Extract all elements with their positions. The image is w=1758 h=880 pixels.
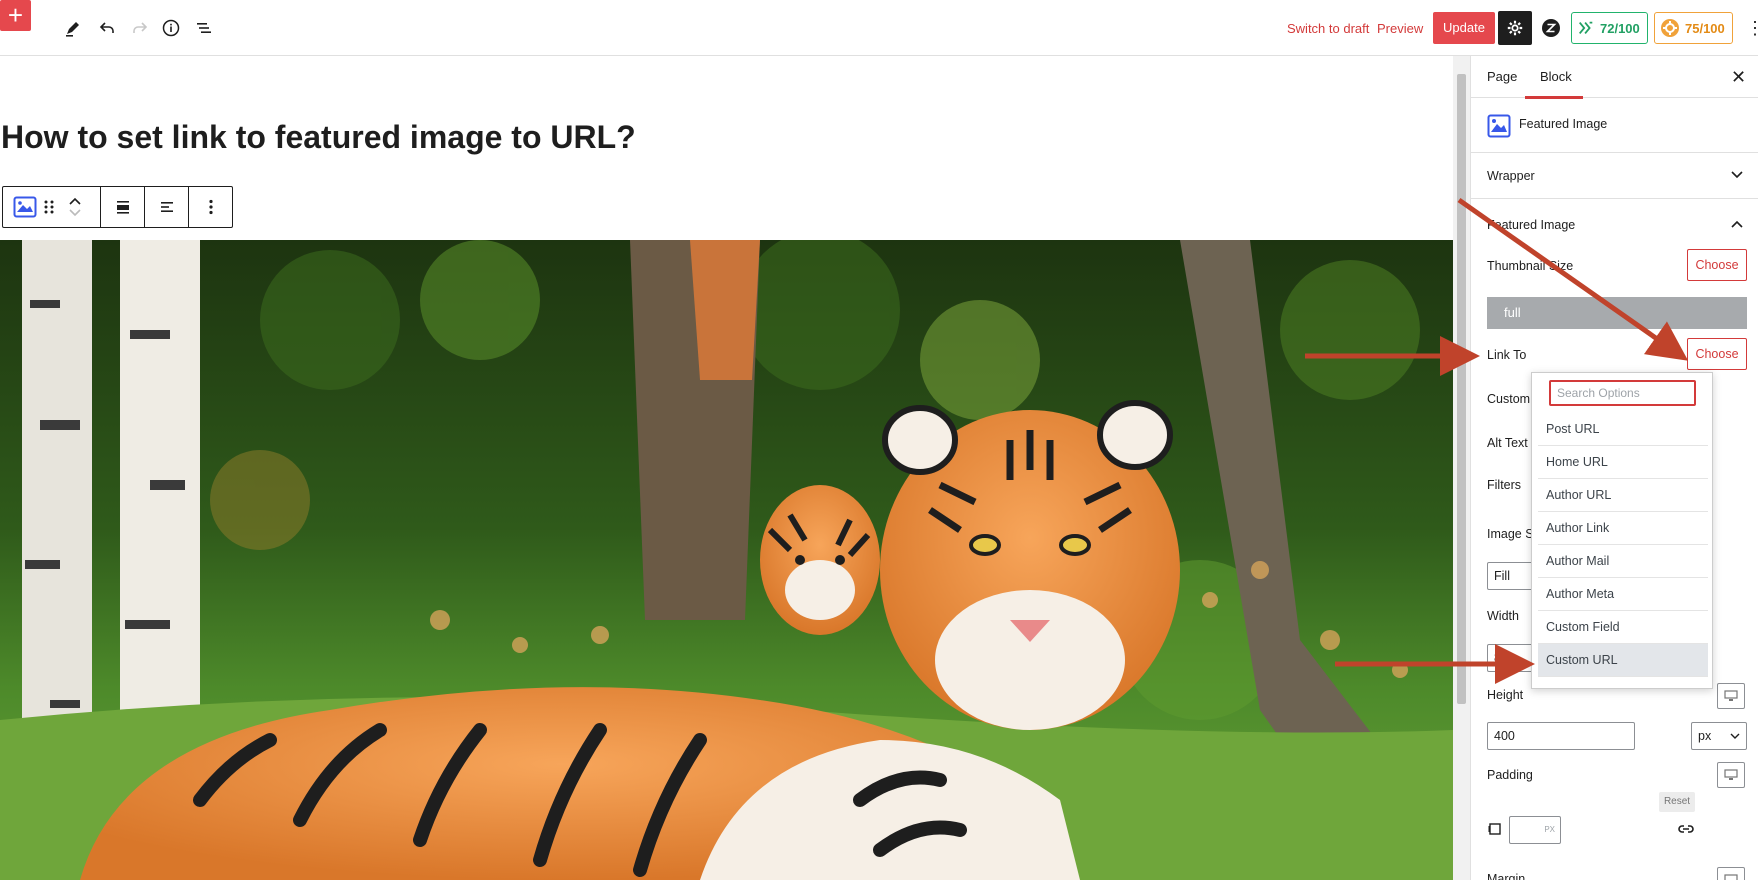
settings-button[interactable] <box>1498 11 1532 45</box>
width-label: Width <box>1487 609 1519 623</box>
panel-featured-image-header[interactable]: Featured Image <box>1471 199 1758 249</box>
margin-label: Margin <box>1487 872 1526 880</box>
list-view-button[interactable] <box>188 12 220 44</box>
block-card: Featured Image <box>1471 99 1758 153</box>
drag-handle-icon[interactable] <box>43 199 55 215</box>
filters-label: Filters <box>1487 478 1522 492</box>
featured-image-icon <box>1487 114 1511 138</box>
list-view-icon <box>197 23 211 33</box>
chevron-down-icon <box>1731 171 1743 179</box>
plus-icon: + <box>7 0 24 30</box>
readability-score-button[interactable]: 75/100 <box>1654 12 1733 44</box>
readability-score-icon <box>1661 19 1679 37</box>
block-type-group <box>3 187 101 227</box>
redo-icon <box>133 22 148 33</box>
padding-input[interactable]: PX <box>1509 816 1561 844</box>
chevron-down-icon <box>1730 733 1740 739</box>
dropdown-option-author-meta[interactable]: Author Meta <box>1538 578 1708 611</box>
thumbnail-size-choose-button[interactable]: Choose <box>1687 249 1747 281</box>
preview-link[interactable]: Preview <box>1377 21 1423 36</box>
editor-canvas: How to set link to featured image to URL… <box>0 56 1453 880</box>
block-toolbar <box>2 186 233 228</box>
update-button[interactable]: Update <box>1433 12 1495 44</box>
image-scale-label: Image S <box>1487 527 1534 541</box>
info-icon <box>162 19 180 37</box>
undo-button[interactable] <box>91 12 123 44</box>
alignment-button[interactable] <box>101 187 145 227</box>
dropdown-option-post-url[interactable]: Post URL <box>1538 413 1708 446</box>
link-to-dropdown: Search Options Post URL Home URL Author … <box>1531 372 1713 689</box>
desktop-icon <box>1724 769 1738 780</box>
chevron-up-icon <box>1731 220 1743 228</box>
dropdown-option-home-url[interactable]: Home URL <box>1538 446 1708 479</box>
move-up-down-control[interactable] <box>69 197 81 217</box>
more-vertical-icon <box>208 199 213 215</box>
thumbnail-size-label: Thumbnail Size <box>1487 259 1574 273</box>
tools-button[interactable] <box>57 12 89 44</box>
margin-device-toggle[interactable] <box>1717 867 1745 880</box>
tab-page[interactable]: Page <box>1487 69 1517 84</box>
height-input[interactable]: 400 <box>1487 722 1635 750</box>
block-options-button[interactable] <box>189 187 232 227</box>
dropdown-option-custom-field[interactable]: Custom Field <box>1538 611 1708 644</box>
sidebar-tabs: Page Block ✕ <box>1471 56 1758 99</box>
seo-score-button[interactable]: 72/100 <box>1571 12 1648 44</box>
dropdown-option-custom-url[interactable]: Custom URL <box>1538 644 1708 677</box>
link-to-label: Link To <box>1487 348 1527 362</box>
align-left-icon <box>160 202 173 212</box>
details-button[interactable] <box>155 12 187 44</box>
seo-score-value: 72/100 <box>1600 20 1640 36</box>
featured-image-icon[interactable] <box>13 196 37 218</box>
redo-button[interactable] <box>124 12 156 44</box>
tab-block[interactable]: Block <box>1540 69 1572 84</box>
align-wide-icon <box>116 201 129 214</box>
gear-icon <box>1507 20 1523 36</box>
dropdown-option-author-url[interactable]: Author URL <box>1538 479 1708 512</box>
add-block-button[interactable]: + <box>0 0 31 31</box>
padding-sides-icon[interactable] <box>1488 822 1502 836</box>
height-label: Height <box>1487 688 1524 702</box>
post-title[interactable]: How to set link to featured image to URL… <box>1 119 636 156</box>
canvas-scrollbar[interactable] <box>1453 56 1470 880</box>
link-to-choose-button[interactable]: Choose <box>1687 338 1747 370</box>
pencil-icon <box>66 22 79 37</box>
plugin-z-icon[interactable] <box>1541 18 1561 38</box>
editor-top-toolbar: + Switch to draft Preview Update 72/100 <box>0 0 1758 56</box>
panel-featured-image-title: Featured Image <box>1487 218 1576 232</box>
padding-reset-button[interactable]: Reset <box>1659 792 1695 812</box>
text-align-button[interactable] <box>145 187 189 227</box>
link-sides-icon[interactable] <box>1677 822 1695 836</box>
dropdown-search-input[interactable]: Search Options <box>1549 380 1696 406</box>
thumbnail-size-value[interactable]: full <box>1487 297 1747 329</box>
desktop-icon <box>1724 874 1738 880</box>
dropdown-option-author-mail[interactable]: Author Mail <box>1538 545 1708 578</box>
seo-score-icon <box>1579 21 1593 34</box>
scrollbar-thumb[interactable] <box>1457 74 1466 704</box>
height-unit-select[interactable]: px <box>1691 722 1747 750</box>
block-card-title: Featured Image <box>1519 117 1608 131</box>
height-unit-value: px <box>1698 729 1712 743</box>
dropdown-option-author-link[interactable]: Author Link <box>1538 512 1708 545</box>
undo-icon <box>99 22 114 33</box>
panel-wrapper[interactable]: Wrapper <box>1471 153 1758 199</box>
switch-to-draft-link[interactable]: Switch to draft <box>1287 21 1369 36</box>
close-icon[interactable]: ✕ <box>1731 67 1746 88</box>
desktop-icon <box>1724 690 1738 701</box>
custom-label: Custom <box>1487 392 1531 406</box>
readability-score-value: 75/100 <box>1685 20 1725 36</box>
tiger-photo <box>0 240 1453 880</box>
panel-wrapper-title: Wrapper <box>1487 169 1535 183</box>
more-options-icon[interactable]: ⋮ <box>1746 18 1758 39</box>
chevron-down-icon[interactable] <box>69 209 81 217</box>
padding-label: Padding <box>1487 768 1533 782</box>
chevron-up-icon[interactable] <box>69 197 81 205</box>
height-device-toggle[interactable] <box>1717 683 1745 709</box>
featured-image[interactable] <box>0 240 1453 880</box>
padding-device-toggle[interactable] <box>1717 762 1745 788</box>
